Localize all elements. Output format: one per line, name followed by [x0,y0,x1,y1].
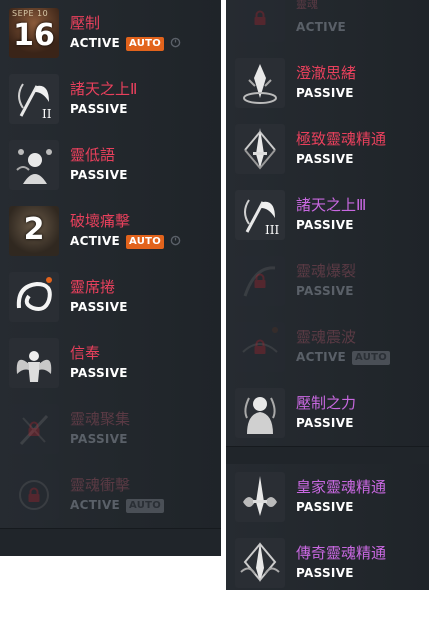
skill-list-right: 靈魂 ACTIVE 澄澈思緒 PASSIVE 極致靈魂精通 PASSIVE II… [226,0,429,590]
skill-type: PASSIVE [70,168,128,182]
skill-type: PASSIVE [296,500,354,514]
skill-name: 靈魂震波 [296,328,357,346]
skill-type-label: ACTIVE [70,498,121,512]
auto-badge[interactable]: AUTO [126,37,165,51]
skill-type: PASSIVE [296,218,354,232]
svg-text:II: II [42,107,52,121]
lock-icon [28,421,40,436]
crystal-mind-icon [235,58,285,108]
skill-type: ACTIVE [296,20,347,34]
skill-row-legendary-soul-mastery[interactable]: 傳奇靈魂精通 PASSIVE [226,530,429,590]
lock-icon [254,339,266,354]
number-badge-icon: 2 [9,206,59,256]
skill-row-above-heavens-3[interactable]: III 諸天之上Ⅲ PASSIVE [226,182,429,249]
skill-row-soul-whisper[interactable]: 靈低語 PASSIVE [0,132,221,199]
skill-name: 壓制 [70,14,101,32]
skill-row-devotion[interactable]: 信奉 PASSIVE [0,330,221,397]
scythe-icon: II [9,74,59,124]
skill-name: 靈席捲 [70,278,116,296]
skill-type: PASSIVE [296,284,354,298]
skill-row-power-of-suppression[interactable]: 壓制之力 PASSIVE [226,380,429,447]
sword-emblem-icon [235,124,285,174]
skill-type: PASSIVE [70,102,128,116]
locked-skill-icon [235,256,285,306]
skill-name: 靈低語 [70,146,116,164]
svg-text:III: III [265,223,279,237]
skill-type: ACTIVE AUTO [296,350,391,365]
spiral-swirl-icon [9,272,59,322]
sword-emblem-icon [235,538,285,588]
number-badge-icon: SEPE 10 16 [9,8,59,58]
lock-icon [254,273,266,288]
skill-type: PASSIVE [296,416,354,430]
skill-type: ACTIVE AUTO [70,36,181,51]
skill-row-soul-shockwave-locked[interactable]: 靈魂震波 ACTIVE AUTO [226,314,429,381]
skill-name: 破壞痛擊 [70,212,131,230]
skill-name: 傳奇靈魂精通 [296,544,387,562]
skill-name: 諸天之上Ⅱ [70,80,138,98]
skill-row-soul-gather-locked[interactable]: 靈魂聚集 PASSIVE [0,396,221,463]
skill-type: ACTIVE AUTO [70,234,181,249]
skill-name: 皇家靈魂精通 [296,478,387,496]
auto-badge: AUTO [126,499,165,513]
locked-skill-icon [235,0,285,42]
scythe-icon: III [235,190,285,240]
skill-name: 靈魂聚集 [70,410,131,428]
auto-badge[interactable]: AUTO [126,235,165,249]
skill-row-partial-locked[interactable]: 靈魂 ACTIVE [226,0,429,51]
lock-icon [28,487,40,502]
skill-name: 靈魂衝擊 [70,476,131,494]
skill-row-soul-impact-locked[interactable]: 靈魂衝擊 ACTIVE AUTO [0,462,221,529]
skill-name: 信奉 [70,344,101,362]
badge-caption: SEPE 10 [12,9,49,18]
skill-type-label: ACTIVE [70,36,121,50]
skill-name: 諸天之上Ⅲ [296,196,367,214]
skill-row-royal-soul-mastery[interactable]: 皇家靈魂精通 PASSIVE [226,464,429,531]
skill-name: 極致靈魂精通 [296,130,387,148]
timer-icon [170,235,181,246]
skill-type: ACTIVE AUTO [70,498,165,513]
sword-emblem-icon [235,472,285,522]
skill-type: PASSIVE [70,366,128,380]
lock-icon [254,10,266,25]
whisper-spirit-icon [9,140,59,190]
locked-skill-icon [9,470,59,520]
skill-type-label: ACTIVE [296,350,347,364]
skill-type: PASSIVE [70,300,128,314]
winged-figure-icon [9,338,59,388]
skill-type-label: ACTIVE [70,234,121,248]
skill-type: PASSIVE [70,432,128,446]
skill-row-above-heavens-2[interactable]: II 諸天之上Ⅱ PASSIVE [0,66,221,133]
badge-number: 2 [23,212,45,247]
skill-row-suppression[interactable]: SEPE 10 16 壓制 ACTIVE AUTO [0,0,221,67]
skill-name: 靈魂爆裂 [296,262,357,280]
skill-row-ultimate-soul-mastery[interactable]: 極致靈魂精通 PASSIVE [226,116,429,183]
auto-badge: AUTO [352,351,391,365]
skill-type: PASSIVE [296,86,354,100]
locked-skill-icon [9,404,59,454]
skill-name: 壓制之力 [296,394,357,412]
dark-figure-icon [235,388,285,438]
skill-list-left: SEPE 10 16 壓制 ACTIVE AUTO II 諸天之上Ⅱ PASSIV… [0,0,221,556]
badge-number: 16 [13,18,55,53]
skill-row-destruction-strike[interactable]: 2 破壞痛擊 ACTIVE AUTO [0,198,221,265]
skill-type: PASSIVE [296,566,354,580]
timer-icon [170,37,181,48]
skill-type: PASSIVE [296,152,354,166]
skill-name: 靈魂 [296,0,318,11]
skill-name: 澄澈思緒 [296,64,357,82]
skill-row-soul-sweep[interactable]: 靈席捲 PASSIVE [0,264,221,331]
skill-row-soul-burst-locked[interactable]: 靈魂爆裂 PASSIVE [226,248,429,315]
skill-row-clear-mind[interactable]: 澄澈思緒 PASSIVE [226,50,429,117]
locked-skill-icon [235,322,285,372]
